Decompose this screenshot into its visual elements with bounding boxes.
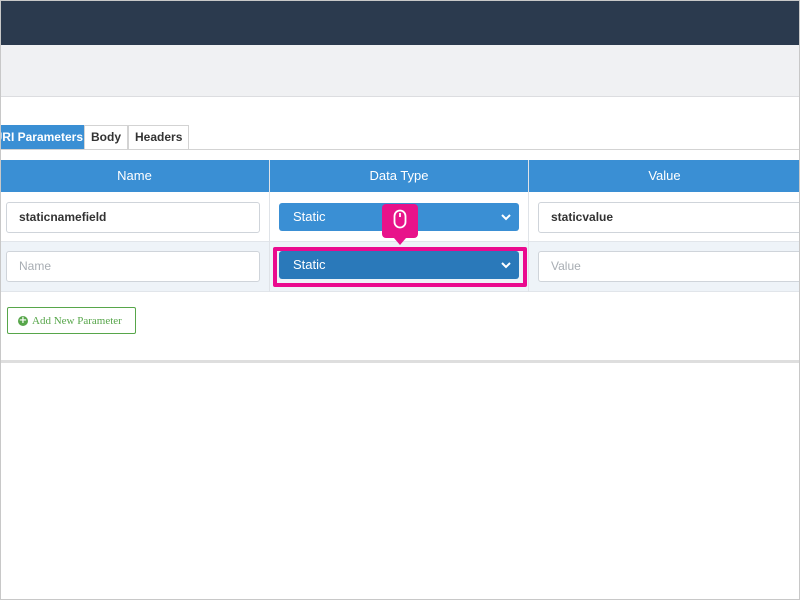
chevron-down-icon <box>500 203 512 231</box>
add-new-parameter-label: Add New Parameter <box>32 314 122 327</box>
name-field[interactable]: Name <box>6 251 260 282</box>
column-divider <box>528 160 529 292</box>
tab-headers-label: Headers <box>135 130 183 144</box>
tab-uri-parameters[interactable]: URI Parameters <box>0 125 84 150</box>
data-type-value: Static <box>293 209 326 224</box>
column-header-name: Name <box>0 160 269 192</box>
tab-body-label: Body <box>91 130 121 144</box>
tab-body[interactable]: Body <box>84 125 128 150</box>
tab-bar: URI Parameters Body Headers <box>0 125 190 150</box>
mouse-click-indicator <box>382 204 418 245</box>
tab-divider <box>0 149 800 150</box>
top-navigation-bar <box>0 0 800 45</box>
tab-headers[interactable]: Headers <box>128 125 190 150</box>
mouse-icon <box>393 209 407 234</box>
column-header-value: Value <box>529 160 800 192</box>
tab-uri-parameters-label: URI Parameters <box>0 130 83 144</box>
toolbar-area <box>0 45 800 97</box>
plus-circle-icon: + <box>18 314 28 326</box>
value-field[interactable]: Value <box>538 251 800 282</box>
value-field[interactable]: staticvalue <box>538 202 800 233</box>
name-field[interactable]: staticnamefield <box>6 202 260 233</box>
column-header-data-type: Data Type <box>270 160 528 192</box>
column-divider <box>269 160 270 292</box>
click-target-highlight <box>273 247 527 287</box>
add-new-parameter-button[interactable]: + Add New Parameter <box>7 307 136 334</box>
